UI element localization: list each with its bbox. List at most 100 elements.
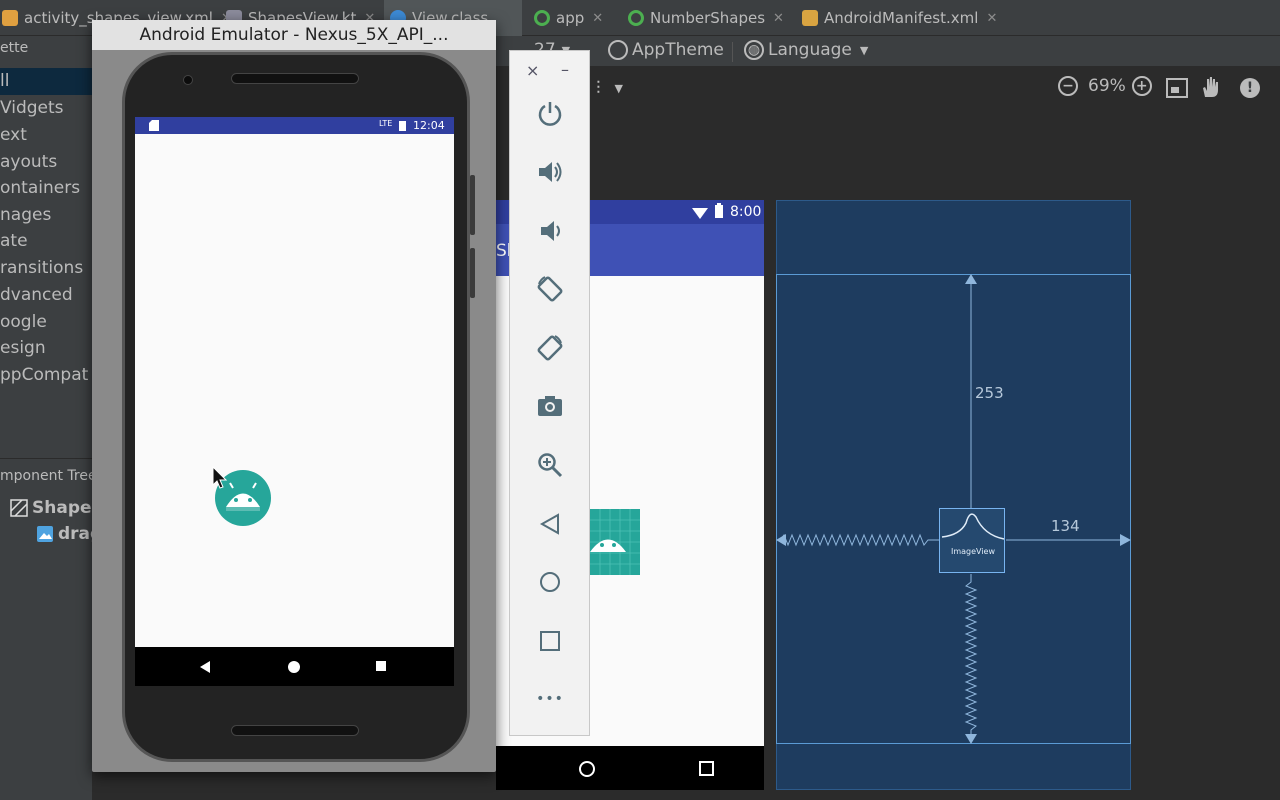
theme-label: AppTheme: [632, 40, 724, 60]
component-tree-title: mponent Tree: [0, 468, 97, 484]
rotate-right-icon: [537, 335, 563, 361]
emulator-screen[interactable]: LTE 12:04: [135, 117, 454, 686]
wifi-icon: [692, 208, 708, 219]
emulator-side-toolbar: × – •••: [509, 50, 590, 736]
palette-category-widgets[interactable]: Vidgets: [0, 98, 64, 118]
palette-category-appcompat[interactable]: ppCompat: [0, 365, 88, 385]
palette-category-layouts[interactable]: ayouts: [0, 152, 57, 172]
zoom-to-fit-icon[interactable]: [1166, 78, 1188, 98]
language-selector[interactable]: ◍ Language ▼: [744, 40, 868, 60]
end-margin-label: 134: [1051, 517, 1080, 535]
home-icon: [579, 761, 595, 777]
more-button[interactable]: •••: [534, 683, 566, 715]
mouse-cursor-icon: [212, 466, 228, 489]
globe-icon: ◍: [744, 40, 764, 60]
tab-label: app: [556, 9, 585, 27]
palette-title: ette: [0, 40, 29, 56]
zoom-level: 69%: [1088, 76, 1126, 96]
xml-file-icon: [2, 10, 18, 26]
palette-category-google[interactable]: oogle: [0, 312, 47, 332]
tab-label: AndroidManifest.xml: [824, 9, 979, 27]
emulator-close-button[interactable]: ×: [526, 61, 539, 80]
power-icon: [538, 102, 562, 126]
camera-icon: [538, 396, 562, 416]
gradle-module-icon: [534, 10, 550, 26]
toolbar-divider: [732, 42, 733, 62]
volume-down-icon: [541, 221, 560, 241]
tab-numbershapes[interactable]: NumberShapes ✕: [622, 0, 790, 36]
palette-category-text[interactable]: ext: [0, 125, 27, 145]
overview-button[interactable]: [534, 625, 566, 657]
constraint-layout-icon: [10, 499, 28, 517]
theme-selector[interactable]: AppTheme: [608, 40, 724, 60]
theme-icon: [608, 40, 628, 60]
align-icon: ⫶: [596, 78, 601, 99]
tab-app[interactable]: app ✕: [528, 0, 609, 36]
palette-panel: ette ll Vidgets ext ayouts ontainers nag…: [0, 36, 102, 800]
screenshot-button[interactable]: [534, 390, 566, 422]
overview-icon: [540, 631, 560, 651]
battery-icon: [715, 203, 723, 218]
close-icon[interactable]: ✕: [592, 11, 603, 26]
zoom-in-icon[interactable]: +: [1131, 76, 1152, 96]
align-menu[interactable]: ⫶ ▼: [596, 78, 623, 99]
blueprint-image-view[interactable]: ImageView: [939, 508, 1005, 573]
emulator-title: Android Emulator - Nexus_5X_API_...: [92, 20, 496, 50]
hand-icon[interactable]: [1200, 76, 1220, 98]
android-icon: [590, 509, 640, 575]
device-clock: 12:04: [413, 119, 445, 132]
zoom-out-icon[interactable]: −: [1058, 76, 1078, 96]
canvas-toolbar: ⫶ ▼ − 69% + !: [590, 70, 1280, 106]
tab-android-manifest[interactable]: AndroidManifest.xml ✕: [796, 0, 1003, 36]
volume-down-button[interactable]: [534, 215, 566, 247]
back-button[interactable]: [534, 508, 566, 540]
palette-category-transitions[interactable]: ransitions: [0, 258, 83, 278]
emulator-minimize-button[interactable]: –: [561, 60, 569, 79]
volume-up-icon: [539, 162, 562, 182]
palette-category-date[interactable]: ate: [0, 231, 28, 251]
component-tree-row-root[interactable]: Shapes: [10, 498, 102, 518]
tab-label: NumberShapes: [650, 9, 766, 27]
chevron-down-icon: ▼: [614, 82, 623, 95]
zoom-button[interactable]: [534, 449, 566, 481]
back-icon: [539, 513, 559, 535]
volume-up-button[interactable]: [534, 156, 566, 188]
bottom-speaker: [231, 725, 359, 736]
chevron-down-icon: ▼: [859, 43, 869, 57]
volume-side-button: [470, 248, 475, 298]
signal-icon: LTE: [379, 119, 393, 128]
device-nav-bar: [135, 647, 454, 686]
panel-divider: [0, 458, 92, 459]
palette-category-all[interactable]: ll: [0, 68, 92, 95]
power-button[interactable]: [534, 97, 566, 129]
back-icon[interactable]: [199, 660, 211, 674]
rotate-left-button[interactable]: [534, 273, 566, 305]
palette-category-images[interactable]: nages: [0, 205, 51, 225]
preview-nav-bar: [496, 746, 764, 790]
design-toolbar: 27 ▼ AppTheme ◍ Language ▼: [496, 36, 1280, 66]
warning-icon[interactable]: !: [1240, 78, 1260, 98]
power-side-button: [470, 175, 475, 235]
overview-icon[interactable]: [375, 660, 387, 672]
front-camera: [183, 75, 193, 85]
top-margin-label: 253: [975, 384, 1004, 402]
home-button[interactable]: [534, 566, 566, 598]
image-preview-icon: [941, 513, 1005, 540]
palette-category-advanced[interactable]: dvanced: [0, 285, 73, 305]
zoom-controls: − 69% +: [1058, 76, 1156, 96]
blueprint-view-label: ImageView: [950, 547, 996, 556]
manifest-file-icon: [802, 10, 818, 26]
palette-category-containers[interactable]: ontainers: [0, 178, 80, 198]
zoom-icon: [538, 453, 563, 478]
image-view-icon: [37, 526, 53, 542]
home-icon: [540, 572, 560, 592]
close-icon[interactable]: ✕: [773, 11, 784, 26]
close-icon[interactable]: ✕: [986, 11, 997, 26]
preview-image-view[interactable]: [590, 509, 640, 575]
rotate-left-icon: [537, 276, 563, 302]
rotate-right-button[interactable]: [534, 332, 566, 364]
gradle-module-icon: [628, 10, 644, 26]
device-status-bar: LTE 12:04: [135, 117, 454, 134]
home-icon[interactable]: [287, 660, 301, 674]
palette-category-design[interactable]: esign: [0, 338, 46, 358]
